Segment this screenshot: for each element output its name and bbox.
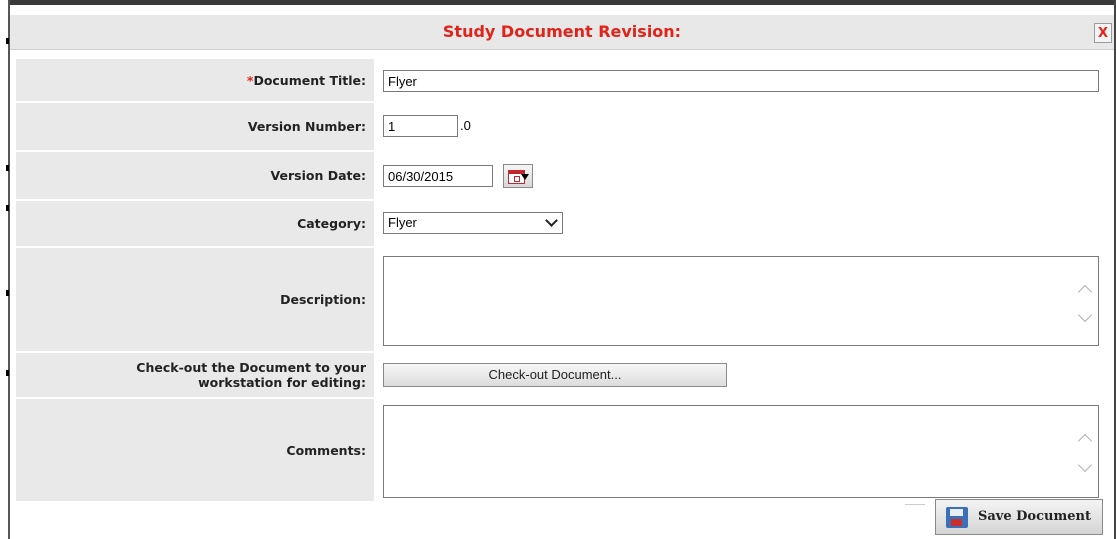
scroll-down-arrow-icon[interactable] xyxy=(1077,457,1093,473)
description-label: Description: xyxy=(16,248,374,351)
save-document-label: Save Document xyxy=(978,509,1091,524)
comments-textarea[interactable] xyxy=(383,405,1099,498)
document-title-label: * Document Title: xyxy=(16,59,374,101)
version-date-label: Version Date: xyxy=(16,152,374,199)
row-version-date: Version Date: xyxy=(16,152,1108,201)
checkout-document-button[interactable]: Check-out Document... xyxy=(383,363,727,387)
row-category: Category: Flyer xyxy=(16,201,1108,248)
close-button[interactable]: X xyxy=(1094,23,1112,43)
window-left-border xyxy=(0,0,10,539)
document-title-input[interactable] xyxy=(383,70,1099,92)
scroll-up-arrow-icon[interactable] xyxy=(1077,284,1093,300)
save-document-button[interactable]: Save Document xyxy=(935,499,1103,535)
footer-divider xyxy=(905,504,925,505)
dialog-title: Study Document Revision: xyxy=(442,22,682,41)
comments-label: Comments: xyxy=(16,399,374,501)
category-selected-value: Flyer xyxy=(388,215,417,230)
chevron-down-icon xyxy=(545,214,558,227)
version-number-input[interactable] xyxy=(383,115,458,137)
version-date-input[interactable] xyxy=(383,165,493,187)
calendar-picker-button[interactable] xyxy=(503,164,533,188)
scroll-up-arrow-icon[interactable] xyxy=(1077,433,1093,449)
scroll-down-arrow-icon[interactable] xyxy=(1077,307,1093,323)
description-textarea[interactable] xyxy=(383,256,1099,346)
floppy-disk-icon xyxy=(946,507,968,528)
version-number-label: Version Number: xyxy=(16,103,374,150)
version-suffix: .0 xyxy=(460,118,471,133)
dropdown-arrow-icon xyxy=(521,174,529,180)
checkout-label: Check-out the Document to your workstati… xyxy=(16,353,374,397)
row-comments: Comments: xyxy=(16,399,1108,503)
dialog-titlebar: Study Document Revision: X xyxy=(10,15,1114,50)
row-checkout: Check-out the Document to your workstati… xyxy=(16,353,1108,399)
document-revision-dialog: Study Document Revision: X * Document Tit… xyxy=(10,5,1114,539)
category-select[interactable]: Flyer xyxy=(383,212,563,234)
category-label: Category: xyxy=(16,201,374,246)
row-description: Description: xyxy=(16,248,1108,353)
revision-form: *Document Title: Version Number: .0 Vers… xyxy=(16,59,1108,503)
row-version-number: Version Number: .0 xyxy=(16,103,1108,152)
row-document-title: * Document Title: xyxy=(16,59,1108,103)
